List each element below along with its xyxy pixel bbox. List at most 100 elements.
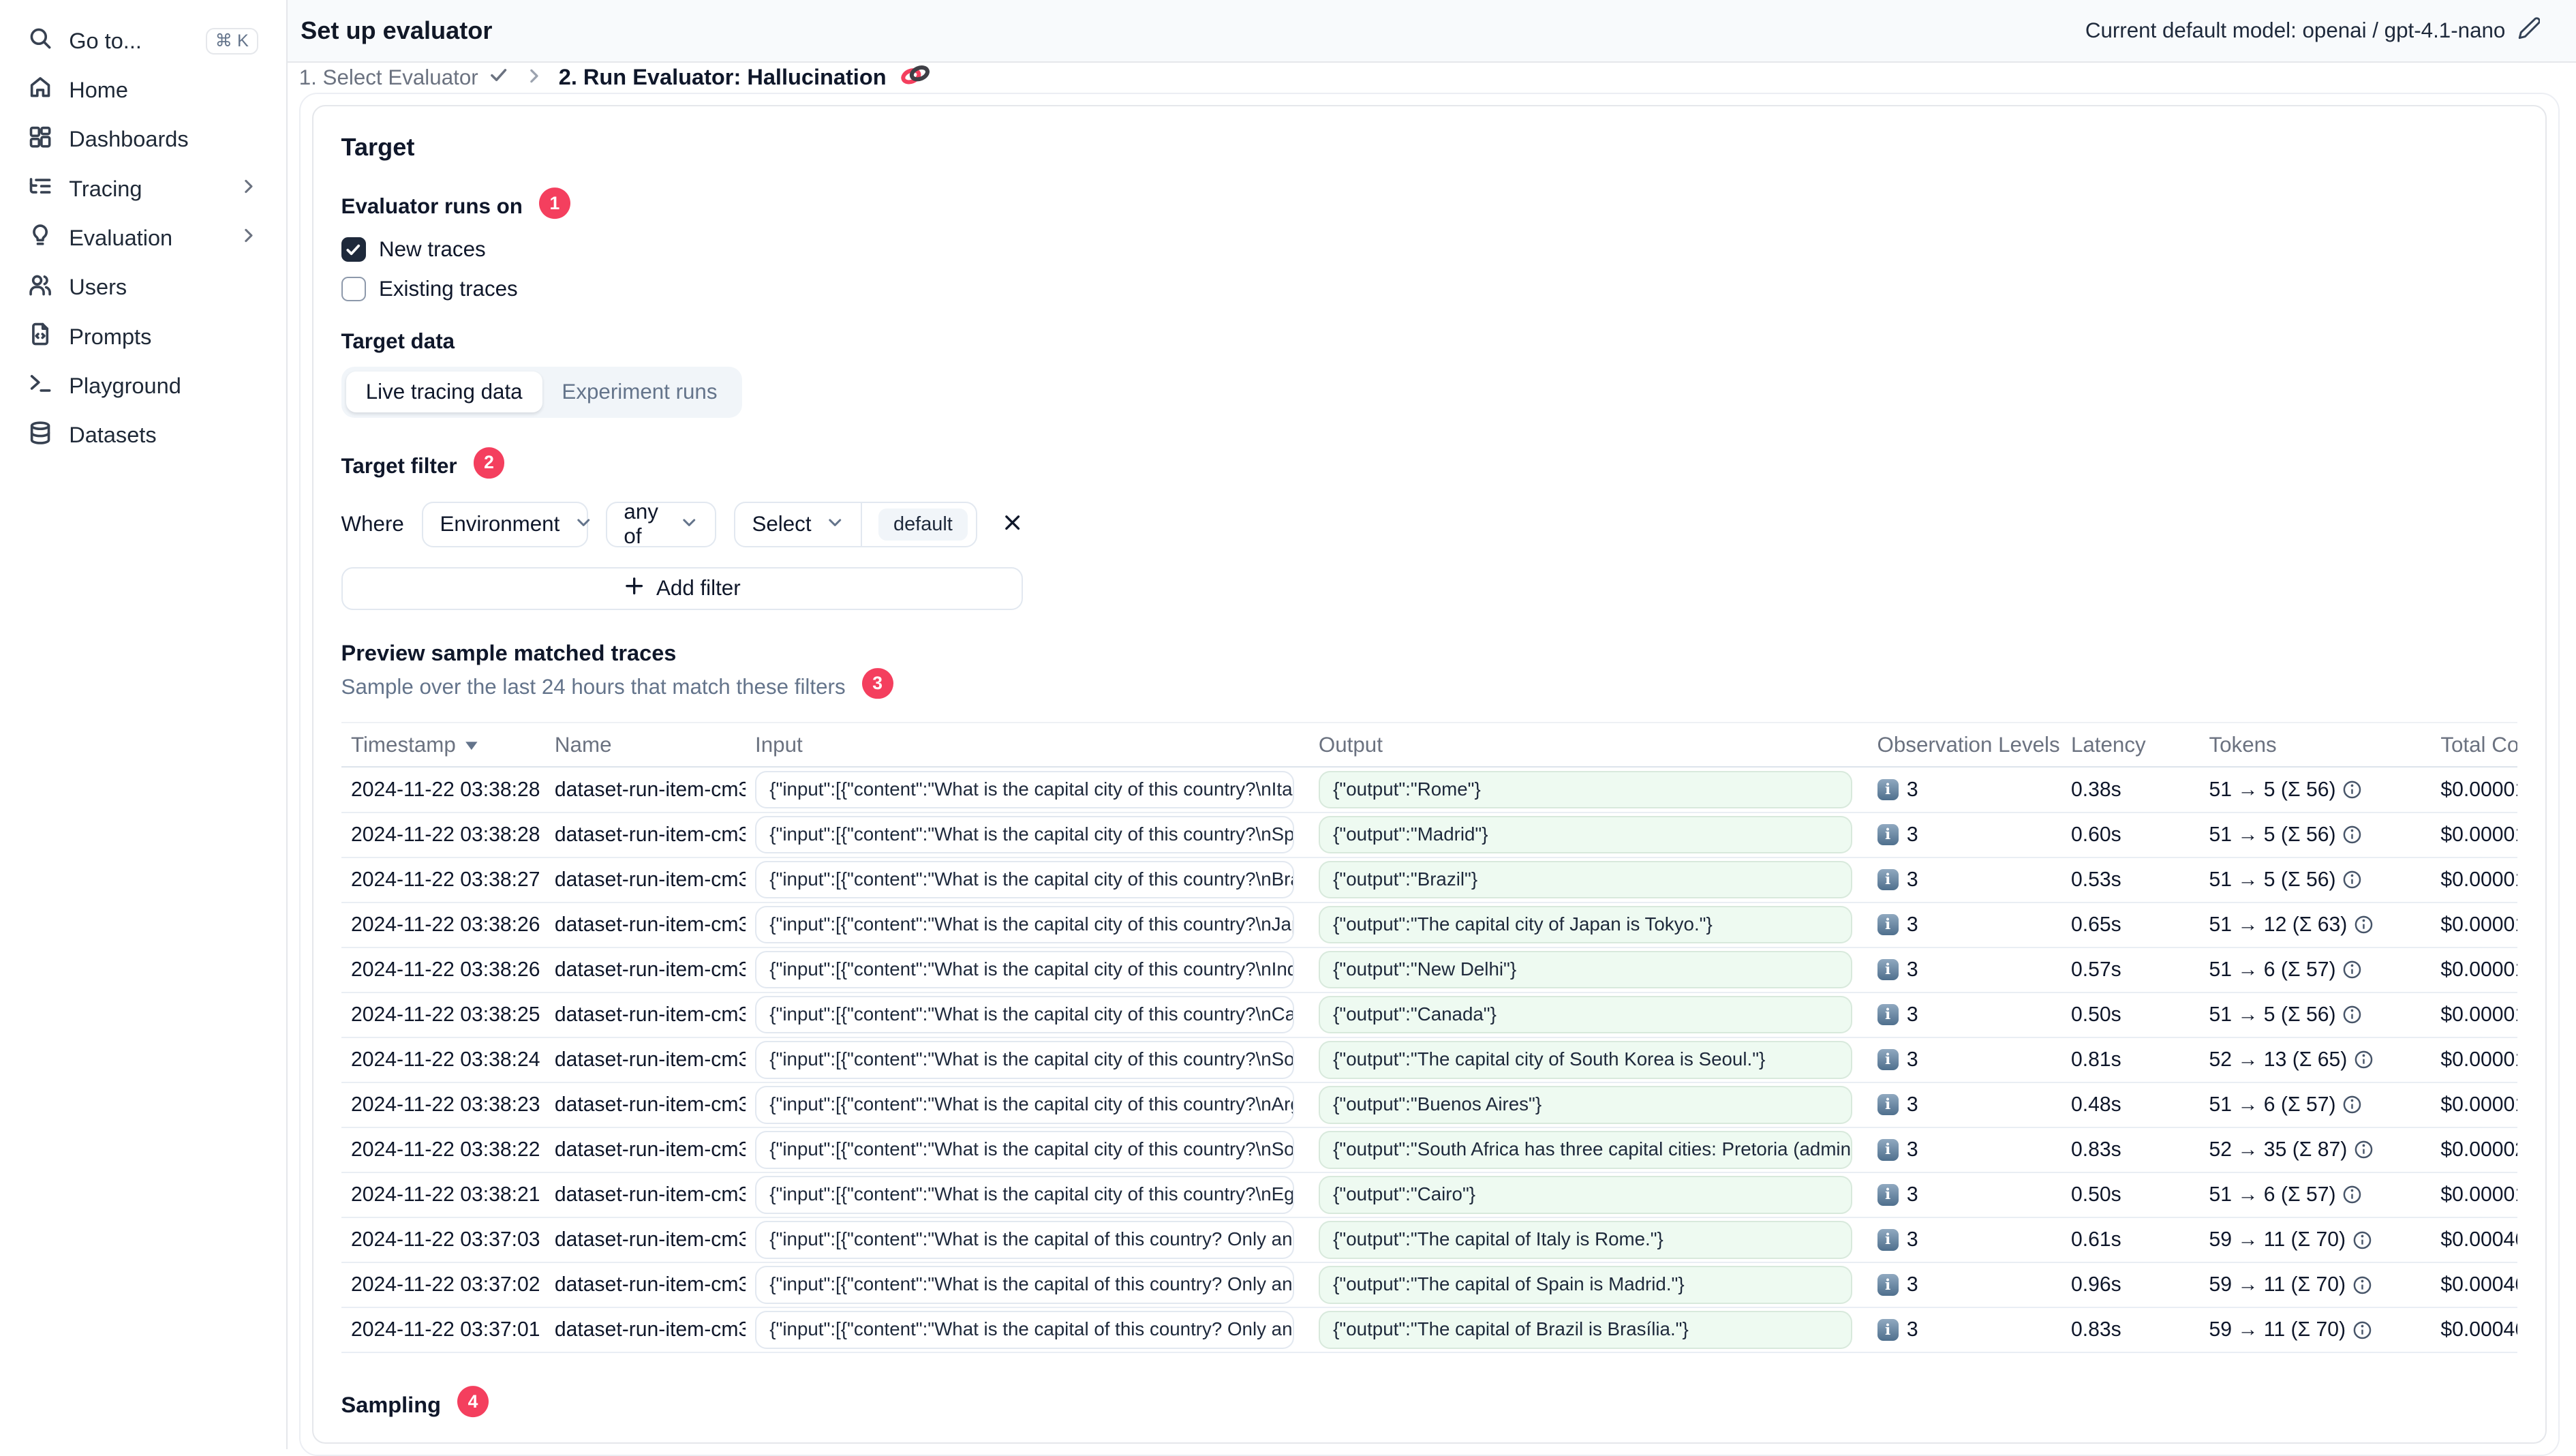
- tab-live-tracing-data[interactable]: Live tracing data: [346, 371, 542, 413]
- cell-input[interactable]: {"input":[{"content":"What is the capita…: [755, 1176, 1294, 1214]
- column-header-input[interactable]: Input: [746, 733, 1309, 757]
- cell-output[interactable]: {"output":"Brazil"}: [1318, 860, 1853, 899]
- info-icon[interactable]: [2342, 960, 2362, 980]
- cell-input[interactable]: {"input":[{"content":"What is the capita…: [755, 815, 1294, 854]
- cell-name: dataset-run-item-cm3s4: [554, 1003, 746, 1026]
- sidebar-item-users[interactable]: Users: [15, 266, 271, 309]
- cell-output[interactable]: {"output":"The capital city of Japan is …: [1318, 905, 1853, 944]
- info-icon[interactable]: [2352, 1230, 2372, 1250]
- cell-input[interactable]: {"input":[{"content":"What is the capita…: [755, 1221, 1294, 1259]
- cell-observation-levels: i3: [1867, 778, 2061, 802]
- cell-input[interactable]: {"input":[{"content":"What is the capita…: [755, 1266, 1294, 1304]
- table-row[interactable]: 2024-11-22 03:38:21 dataset-run-item-cm3s…: [341, 1173, 2518, 1218]
- table-row[interactable]: 2024-11-22 03:38:28 dataset-run-item-cm3s…: [341, 813, 2518, 858]
- sidebar-item-label: Users: [69, 275, 127, 300]
- cell-input[interactable]: {"input":[{"content":"What is the capita…: [755, 770, 1294, 809]
- cell-name: dataset-run-item-cm3s4: [554, 913, 746, 936]
- checkbox-new-traces[interactable]: New traces: [341, 237, 2518, 262]
- target-data-label: Target data: [341, 329, 455, 353]
- cell-name: dataset-run-item-cm3s4: [554, 823, 746, 846]
- cell-input[interactable]: {"input":[{"content":"What is the capita…: [755, 950, 1294, 989]
- cell-output[interactable]: {"output":"Madrid"}: [1318, 815, 1853, 854]
- cell-latency: 0.61s: [2070, 1228, 2121, 1251]
- cell-output[interactable]: {"output":"The capital of Brazil is Bras…: [1318, 1311, 1853, 1349]
- sidebar-item-dashboards[interactable]: Dashboards: [15, 119, 271, 162]
- add-filter-button[interactable]: Add filter: [341, 567, 1023, 610]
- info-icon[interactable]: [2352, 1320, 2372, 1340]
- cell-output[interactable]: {"output":"The capital of Italy is Rome.…: [1318, 1221, 1853, 1259]
- table-row[interactable]: 2024-11-22 03:38:28 dataset-run-item-cm3s…: [341, 768, 2518, 813]
- breadcrumb-step-1[interactable]: 1. Select Evaluator: [299, 64, 510, 91]
- cell-output[interactable]: {"output":"Buenos Aires"}: [1318, 1086, 1853, 1124]
- filter-operator-select[interactable]: any of: [606, 500, 716, 548]
- column-header-name[interactable]: Name: [545, 733, 745, 757]
- info-icon[interactable]: [2342, 780, 2362, 800]
- step-badge-2: 2: [473, 447, 505, 479]
- cell-input[interactable]: {"input":[{"content":"What is the capita…: [755, 1041, 1294, 1079]
- cell-tokens: 51 → 6 (Σ 57): [2199, 958, 2431, 982]
- info-icon[interactable]: [2354, 1050, 2374, 1070]
- cell-input[interactable]: {"input":[{"content":"What is the capita…: [755, 1131, 1294, 1169]
- remove-filter-button[interactable]: [995, 509, 1030, 541]
- cell-timestamp: 2024-11-22 03:38:24: [351, 1048, 540, 1071]
- column-header-timestamp[interactable]: Timestamp: [341, 733, 545, 757]
- cell-input[interactable]: {"input":[{"content":"What is the capita…: [755, 996, 1294, 1034]
- info-icon[interactable]: [2354, 1140, 2374, 1159]
- column-header-total-cost[interactable]: Total Cost: [2431, 733, 2517, 757]
- info-icon[interactable]: [2342, 1005, 2362, 1025]
- table-row[interactable]: 2024-11-22 03:37:03 dataset-run-item-cm3s…: [341, 1218, 2518, 1263]
- cell-timestamp: 2024-11-22 03:38:28: [351, 823, 540, 846]
- cell-input[interactable]: {"input":[{"content":"What is the capita…: [755, 860, 1294, 899]
- cell-input[interactable]: {"input":[{"content":"What is the capita…: [755, 1311, 1294, 1349]
- table-row[interactable]: 2024-11-22 03:38:24 dataset-run-item-cm3s…: [341, 1038, 2518, 1083]
- table-row[interactable]: 2024-11-22 03:37:01 dataset-run-item-cm3s…: [341, 1308, 2518, 1354]
- info-badge-icon: i: [1877, 823, 1899, 846]
- edit-pencil-icon[interactable]: [2517, 16, 2541, 45]
- table-row[interactable]: 2024-11-22 03:38:26 dataset-run-item-cm3s…: [341, 948, 2518, 993]
- sidebar-item-home[interactable]: Home: [15, 69, 271, 112]
- tab-experiment-runs[interactable]: Experiment runs: [542, 371, 737, 412]
- cell-timestamp: 2024-11-22 03:38:22: [351, 1138, 540, 1161]
- filter-value-chip: default: [878, 508, 968, 541]
- column-header-observation-levels[interactable]: Observation Levels: [1867, 733, 2061, 757]
- sidebar-item-evaluation[interactable]: Evaluation: [15, 217, 271, 260]
- cell-output[interactable]: {"output":"Cairo"}: [1318, 1176, 1853, 1214]
- cell-name: dataset-run-item-cm3s4: [554, 1318, 746, 1341]
- cell-output[interactable]: {"output":"New Delhi"}: [1318, 950, 1853, 989]
- info-icon[interactable]: [2342, 1185, 2362, 1204]
- sidebar-item-tracing[interactable]: Tracing: [15, 168, 271, 211]
- info-icon[interactable]: [2352, 1275, 2372, 1295]
- cell-input[interactable]: {"input":[{"content":"What is the capita…: [755, 1086, 1294, 1124]
- sidebar-item-prompts[interactable]: Prompts: [15, 316, 271, 359]
- column-header-output[interactable]: Output: [1308, 733, 1867, 757]
- cell-total-cost: $0.000011 (: [2440, 778, 2517, 801]
- goto-search[interactable]: Go to... ⌘ K: [15, 20, 271, 63]
- filter-value-select[interactable]: Select default: [734, 501, 977, 548]
- column-header-latency[interactable]: Latency: [2061, 733, 2199, 757]
- breadcrumb-step-2[interactable]: 2. Run Evaluator: Hallucination: [559, 63, 931, 92]
- table-row[interactable]: 2024-11-22 03:38:26 dataset-run-item-cm3s…: [341, 903, 2518, 948]
- filter-field-select[interactable]: Environment: [422, 501, 590, 548]
- table-row[interactable]: 2024-11-22 03:37:02 dataset-run-item-cm3s…: [341, 1263, 2518, 1309]
- cell-input[interactable]: {"input":[{"content":"What is the capita…: [755, 905, 1294, 944]
- sampling-label: Sampling: [341, 1392, 441, 1417]
- info-badge-icon: i: [1877, 959, 1899, 981]
- info-icon[interactable]: [2342, 1095, 2362, 1114]
- table-row[interactable]: 2024-11-22 03:38:23 dataset-run-item-cm3s…: [341, 1083, 2518, 1128]
- sidebar-item-playground[interactable]: Playground: [15, 365, 271, 408]
- cell-observation-levels: i3: [1867, 958, 2061, 982]
- cell-output[interactable]: {"output":"The capital city of South Kor…: [1318, 1041, 1853, 1079]
- column-header-tokens[interactable]: Tokens: [2199, 733, 2431, 757]
- sidebar-item-datasets[interactable]: Datasets: [15, 414, 271, 457]
- cell-output[interactable]: {"output":"Rome"}: [1318, 770, 1853, 809]
- info-icon[interactable]: [2342, 870, 2362, 890]
- checkbox-existing-traces[interactable]: Existing traces: [341, 276, 2518, 301]
- cell-output[interactable]: {"output":"Canada"}: [1318, 996, 1853, 1034]
- info-icon[interactable]: [2342, 825, 2362, 845]
- info-icon[interactable]: [2354, 915, 2374, 935]
- table-row[interactable]: 2024-11-22 03:38:22 dataset-run-item-cm3s…: [341, 1128, 2518, 1173]
- cell-output[interactable]: {"output":"The capital of Spain is Madri…: [1318, 1266, 1853, 1304]
- table-row[interactable]: 2024-11-22 03:38:27 dataset-run-item-cm3s…: [341, 858, 2518, 903]
- table-row[interactable]: 2024-11-22 03:38:25 dataset-run-item-cm3s…: [341, 993, 2518, 1038]
- cell-output[interactable]: {"output":"South Africa has three capita…: [1318, 1131, 1853, 1169]
